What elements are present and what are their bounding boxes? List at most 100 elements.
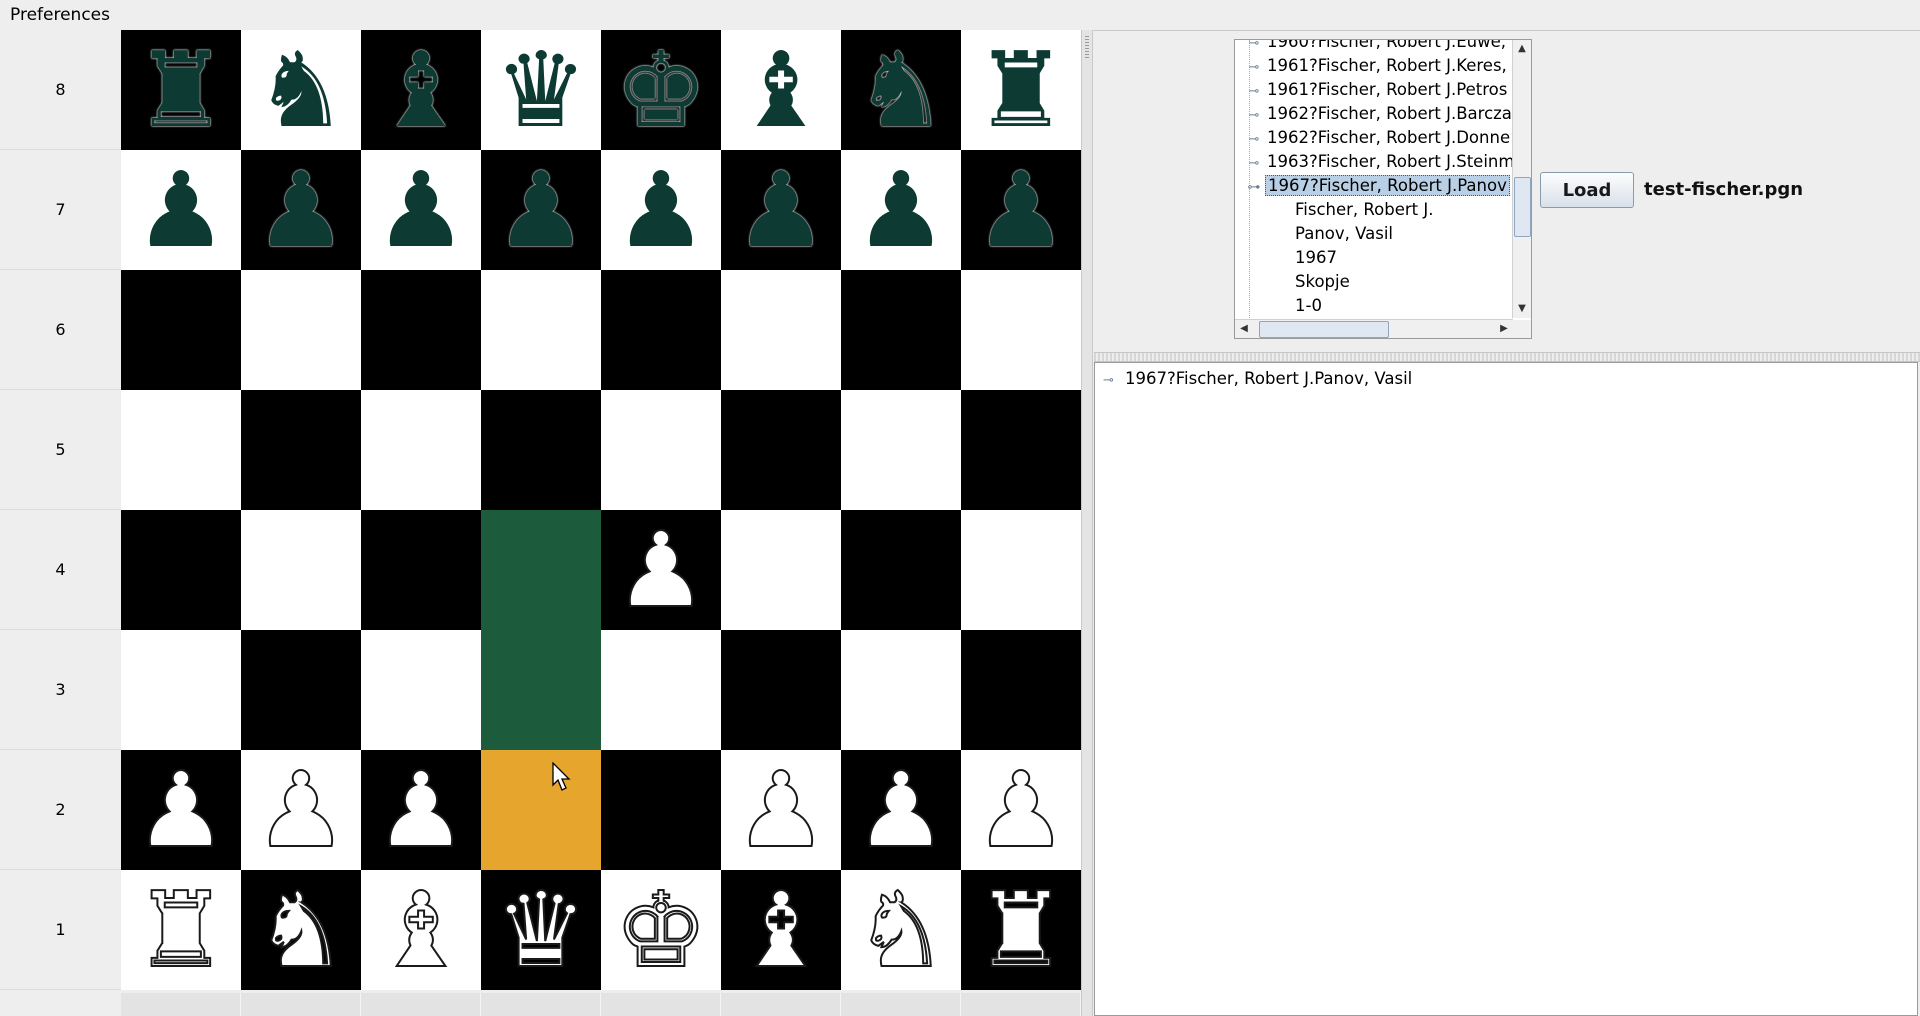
key-handle-icon[interactable]: ⊸ — [1103, 369, 1125, 393]
square-b2[interactable]: ♟ — [241, 750, 361, 870]
square-f8[interactable]: ♝ — [721, 30, 841, 150]
square-d5[interactable] — [481, 390, 601, 510]
square-g2[interactable]: ♟ — [841, 750, 961, 870]
square-a3[interactable] — [121, 630, 241, 750]
black-pawn-icon[interactable]: ♟ — [374, 158, 467, 262]
square-e8[interactable]: ♚ — [601, 30, 721, 150]
tree-game-node[interactable]: ⊸ 1962?Fischer, Robert J.Barcza — [1235, 102, 1513, 126]
white-knight-icon[interactable]: ♞ — [253, 877, 348, 983]
square-b5[interactable] — [241, 390, 361, 510]
black-knight-icon[interactable]: ♞ — [254, 38, 347, 142]
square-g6[interactable] — [841, 270, 961, 390]
square-g3[interactable] — [841, 630, 961, 750]
square-h4[interactable] — [961, 510, 1081, 630]
square-e7[interactable]: ♟ — [601, 150, 721, 270]
square-b1[interactable]: ♞ — [241, 870, 361, 990]
square-b7[interactable]: ♟ — [241, 150, 361, 270]
square-d7[interactable]: ♟ — [481, 150, 601, 270]
square-f5[interactable] — [721, 390, 841, 510]
key-handle-icon[interactable]: ⊸ — [1243, 56, 1265, 80]
black-pawn-icon[interactable]: ♟ — [254, 158, 347, 262]
square-e6[interactable] — [601, 270, 721, 390]
square-g8[interactable]: ♞ — [841, 30, 961, 150]
tree-detail-node[interactable]: Fischer, Robert J. — [1235, 198, 1435, 222]
white-queen-icon[interactable]: ♛ — [493, 877, 588, 983]
arrow-left-icon[interactable]: ◀ — [1235, 320, 1253, 338]
square-e2[interactable] — [601, 750, 721, 870]
white-pawn-icon[interactable]: ♟ — [133, 757, 228, 863]
black-pawn-icon[interactable]: ♟ — [854, 158, 947, 262]
arrow-up-icon[interactable]: ▲ — [1513, 40, 1531, 58]
square-f7[interactable]: ♟ — [721, 150, 841, 270]
square-f4[interactable] — [721, 510, 841, 630]
square-c2[interactable]: ♟ — [361, 750, 481, 870]
square-b6[interactable] — [241, 270, 361, 390]
horizontal-scroll-thumb[interactable] — [1259, 321, 1389, 338]
horizontal-scrollbar[interactable]: ◀ ▶ — [1235, 319, 1513, 338]
arrow-right-icon[interactable]: ▶ — [1495, 320, 1513, 338]
tree-detail-node[interactable]: 1-0 — [1235, 294, 1324, 318]
square-d3[interactable] — [481, 630, 601, 750]
black-bishop-icon[interactable]: ♝ — [734, 38, 827, 142]
black-pawn-icon[interactable]: ♟ — [734, 158, 827, 262]
black-knight-icon[interactable]: ♞ — [854, 38, 947, 142]
square-a7[interactable]: ♟ — [121, 150, 241, 270]
square-f1[interactable]: ♝ — [721, 870, 841, 990]
tree-game-node[interactable]: ⊶ 1967?Fischer, Robert J.Panov — [1235, 174, 1510, 198]
chess-board[interactable]: ♜ ♞ ♝ ♛ ♚ ♝ ♞ ♜ ♟ ♟ ♟ ♟ ♟ ♟ ♟ ♟ ♟ ♟ ♟ ♟ ♟ ♟ ♟ ♜ ♞ ♝ ♛ ♚ ♝ ♞ ♜ — [121, 30, 1081, 990]
square-f3[interactable] — [721, 630, 841, 750]
square-a1[interactable]: ♜ — [121, 870, 241, 990]
square-a6[interactable] — [121, 270, 241, 390]
square-a4[interactable] — [121, 510, 241, 630]
square-h8[interactable]: ♜ — [961, 30, 1081, 150]
vertical-scroll-thumb[interactable] — [1514, 177, 1531, 237]
square-a5[interactable] — [121, 390, 241, 510]
square-b4[interactable] — [241, 510, 361, 630]
key-handle-icon[interactable]: ⊸ — [1243, 104, 1265, 128]
horizontal-splitter[interactable] — [1094, 352, 1920, 362]
black-king-icon[interactable]: ♚ — [614, 38, 707, 142]
square-a2[interactable]: ♟ — [121, 750, 241, 870]
square-d2[interactable] — [481, 750, 601, 870]
white-king-icon[interactable]: ♚ — [613, 877, 708, 983]
square-a8[interactable]: ♜ — [121, 30, 241, 150]
square-c6[interactable] — [361, 270, 481, 390]
black-rook-icon[interactable]: ♜ — [134, 38, 227, 142]
square-g4[interactable] — [841, 510, 961, 630]
square-c3[interactable] — [361, 630, 481, 750]
square-c7[interactable]: ♟ — [361, 150, 481, 270]
square-c8[interactable]: ♝ — [361, 30, 481, 150]
vertical-splitter[interactable] — [1081, 30, 1093, 1016]
white-pawn-icon[interactable]: ♟ — [373, 757, 468, 863]
black-pawn-icon[interactable]: ♟ — [974, 158, 1067, 262]
black-pawn-icon[interactable]: ♟ — [494, 158, 587, 262]
vertical-scrollbar[interactable]: ▲ ▼ — [1512, 40, 1531, 318]
square-h3[interactable] — [961, 630, 1081, 750]
white-pawn-icon[interactable]: ♟ — [613, 517, 708, 623]
moves-root-node[interactable]: ⊸ 1967?Fischer, Robert J.Panov, Vasil — [1103, 367, 1412, 391]
tree-game-node[interactable]: ⊸ 1961?Fischer, Robert J.Keres, — [1235, 54, 1509, 78]
square-h2[interactable]: ♟ — [961, 750, 1081, 870]
square-h7[interactable]: ♟ — [961, 150, 1081, 270]
square-d1[interactable]: ♛ — [481, 870, 601, 990]
square-g7[interactable]: ♟ — [841, 150, 961, 270]
white-rook-icon[interactable]: ♜ — [973, 877, 1068, 983]
tree-detail-node[interactable]: Panov, Vasil — [1235, 222, 1395, 246]
key-handle-icon[interactable]: ⊸ — [1243, 80, 1265, 104]
square-e4[interactable]: ♟ — [601, 510, 721, 630]
load-button[interactable]: Load — [1540, 172, 1634, 208]
black-bishop-icon[interactable]: ♝ — [374, 38, 467, 142]
square-c4[interactable] — [361, 510, 481, 630]
square-h6[interactable] — [961, 270, 1081, 390]
white-knight-icon[interactable]: ♞ — [853, 877, 948, 983]
white-pawn-icon[interactable]: ♟ — [973, 757, 1068, 863]
square-d4[interactable] — [481, 510, 601, 630]
tree-detail-node[interactable]: Skopje — [1235, 270, 1352, 294]
square-e3[interactable] — [601, 630, 721, 750]
key-handle-icon[interactable]: ⊶ — [1243, 176, 1265, 200]
square-c5[interactable] — [361, 390, 481, 510]
square-f2[interactable]: ♟ — [721, 750, 841, 870]
square-d6[interactable] — [481, 270, 601, 390]
white-pawn-icon[interactable]: ♟ — [853, 757, 948, 863]
black-rook-icon[interactable]: ♜ — [974, 38, 1067, 142]
